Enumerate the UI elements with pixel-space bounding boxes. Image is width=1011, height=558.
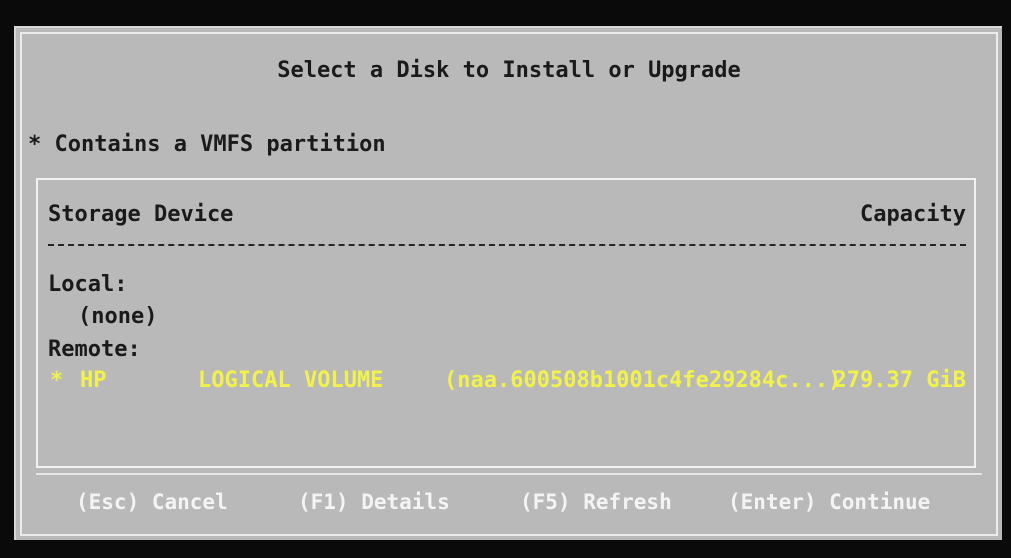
column-header-storage-device: Storage Device xyxy=(48,202,234,227)
details-key[interactable]: (F1) Details xyxy=(298,490,450,514)
device-model: LOGICAL VOLUME xyxy=(198,368,384,393)
continue-key[interactable]: (Enter) Continue xyxy=(728,490,930,514)
header-divider xyxy=(48,244,966,246)
cancel-key[interactable]: (Esc) Cancel xyxy=(76,490,228,514)
local-none-entry: (none) xyxy=(78,304,158,329)
footer-divider xyxy=(36,473,982,475)
console-screen: Select a Disk to Install or Upgrade * Co… xyxy=(0,0,1011,558)
device-capacity: 279.37 GiB xyxy=(833,368,966,393)
key-hints-footer: (Esc) Cancel (F1) Details (F5) Refresh (… xyxy=(16,490,1002,520)
device-identifier: (naa.600508b1001c4fe29284c...) xyxy=(444,368,842,393)
dialog-title: Select a Disk to Install or Upgrade xyxy=(277,58,741,83)
device-row-hp-logical-volume[interactable]: * HP LOGICAL VOLUME (naa.600508b1001c4fe… xyxy=(48,368,966,396)
column-header-capacity: Capacity xyxy=(860,202,966,227)
device-vendor: HP xyxy=(80,368,107,393)
remote-group-label: Remote: xyxy=(48,337,141,362)
vmfs-marker: * xyxy=(50,368,64,393)
local-group-label: Local: xyxy=(48,272,128,297)
refresh-key[interactable]: (F5) Refresh xyxy=(520,490,672,514)
disk-select-dialog: Select a Disk to Install or Upgrade * Co… xyxy=(14,26,1002,540)
storage-device-list: Storage Device Capacity Local: (none) Re… xyxy=(36,178,976,468)
vmfs-legend: * Contains a VMFS partition xyxy=(28,132,386,157)
